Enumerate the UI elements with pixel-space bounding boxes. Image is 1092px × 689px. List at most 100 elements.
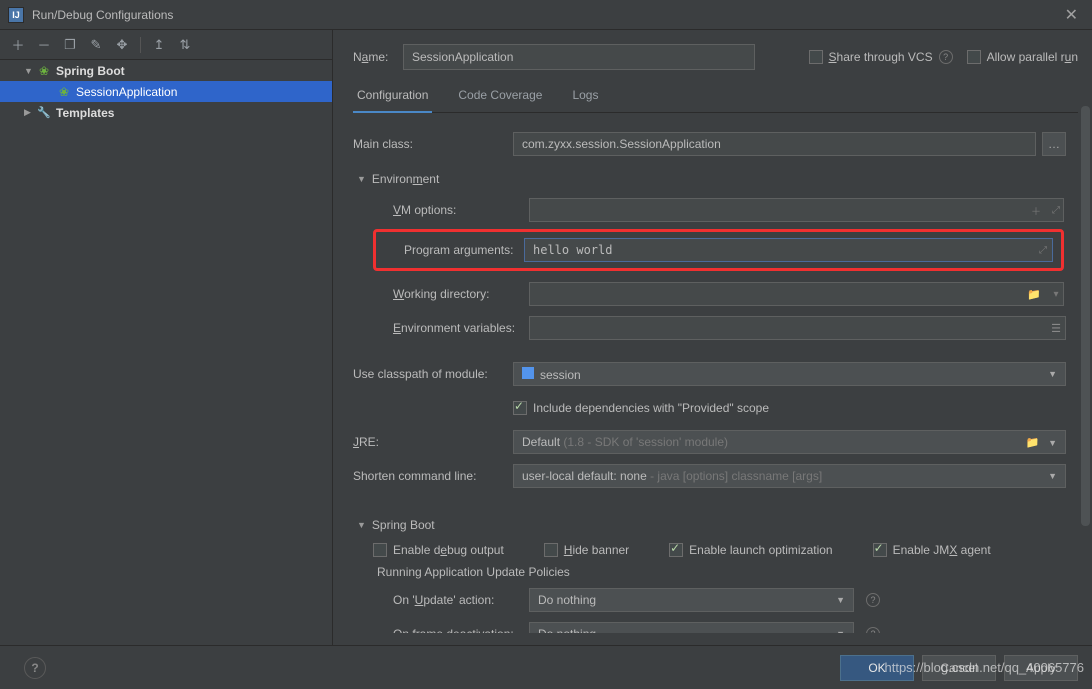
checkbox-icon — [669, 543, 683, 557]
dialog-title: Run/Debug Configurations — [32, 8, 1059, 22]
vm-options-label: VM options: — [373, 203, 529, 217]
working-directory-input[interactable] — [529, 282, 1064, 306]
main-class-input[interactable] — [513, 132, 1036, 156]
folder-icon[interactable]: 📁 — [1024, 288, 1044, 301]
edit-button[interactable]: ✎ — [88, 37, 104, 53]
tab-code-coverage[interactable]: Code Coverage — [454, 80, 546, 112]
chevron-right-icon: ▶ — [24, 107, 34, 118]
jre-hint: (1.8 - SDK of 'session' module) — [560, 435, 728, 449]
section-spring-boot[interactable]: ▼ Spring Boot — [353, 511, 1066, 539]
jre-select[interactable]: Default (1.8 - SDK of 'session' module) … — [513, 430, 1066, 454]
footer: ? OK Cancel Apply — [0, 645, 1092, 689]
checkbox-icon — [544, 543, 558, 557]
checkbox-icon — [967, 50, 981, 64]
debug-label: Enable debug output — [393, 543, 504, 557]
program-arguments-input[interactable] — [524, 238, 1053, 262]
apply-button[interactable]: Apply — [1004, 655, 1078, 681]
shorten-label: Shorten command line: — [353, 469, 513, 483]
main-class-label: Main class: — [353, 137, 513, 151]
titlebar: IJ Run/Debug Configurations ✕ — [0, 0, 1092, 30]
launch-optimization-checkbox[interactable]: Enable launch optimization — [669, 543, 832, 557]
share-vcs-checkbox[interactable]: Share through VCS ? — [809, 50, 953, 64]
on-update-label: On 'Update' action: — [373, 593, 529, 607]
ok-button[interactable]: OK — [840, 655, 914, 681]
tree-node-spring-boot[interactable]: ▼ ❀ Spring Boot — [0, 60, 332, 81]
checkbox-icon — [513, 401, 527, 415]
browse-button[interactable]: … — [1042, 132, 1066, 156]
copy-button[interactable]: ❐ — [62, 37, 78, 53]
shorten-value: user-local default: none — [522, 469, 647, 483]
expand-icon[interactable]: ⤢ — [1046, 205, 1066, 216]
remove-button[interactable]: － — [36, 37, 52, 53]
spring-icon: ❀ — [36, 63, 52, 79]
on-frame-value: Do nothing — [538, 627, 596, 633]
cancel-button[interactable]: Cancel — [922, 655, 996, 681]
help-icon[interactable]: ? — [866, 627, 880, 633]
tab-logs[interactable]: Logs — [568, 80, 602, 112]
provided-label: Include dependencies with "Provided" sco… — [533, 401, 769, 415]
spring-icon: ❀ — [56, 84, 72, 100]
on-frame-label: On frame deactivation: — [373, 627, 529, 633]
classpath-select[interactable]: session ▼ — [513, 362, 1066, 386]
folder-up-icon[interactable]: ↥ — [151, 37, 167, 53]
add-button[interactable]: ＋ — [10, 37, 26, 53]
checkbox-icon — [373, 543, 387, 557]
classpath-label: Use classpath of module: — [353, 367, 513, 381]
on-frame-select[interactable]: Do nothing ▼ — [529, 622, 854, 633]
tree-node-templates[interactable]: ▶ 🔧 Templates — [0, 102, 332, 123]
expand-icon[interactable]: ⤢ — [1033, 245, 1053, 256]
close-icon[interactable]: ✕ — [1059, 5, 1084, 25]
module-icon — [522, 367, 534, 379]
form-area: Main class: … ▼ Environment VM options: … — [353, 113, 1078, 633]
toolbar-separator — [140, 37, 141, 53]
folder-icon: 📁 — [1026, 437, 1040, 449]
help-button[interactable]: ? — [24, 657, 46, 679]
env-variables-input[interactable] — [529, 316, 1066, 340]
name-label: Name: — [353, 50, 403, 64]
on-update-select[interactable]: Do nothing ▼ — [529, 588, 854, 612]
shorten-hint: - java [options] classname [args] — [647, 469, 822, 483]
classpath-value: session — [540, 368, 581, 382]
jmx-agent-checkbox[interactable]: Enable JMX agent — [873, 543, 991, 557]
on-update-value: Do nothing — [538, 593, 596, 607]
config-toolbar: ＋ － ❐ ✎ ✥ ↥ ⇅ — [0, 30, 332, 60]
tree-label: SessionApplication — [76, 85, 177, 99]
env-variables-label: Environment variables: — [373, 321, 529, 335]
name-input[interactable] — [403, 44, 755, 70]
tree-label: Spring Boot — [56, 64, 125, 78]
share-label: Share through VCS — [829, 50, 933, 64]
plus-icon[interactable]: ＋ — [1026, 203, 1046, 218]
section-label: Spring Boot — [372, 518, 435, 532]
checkbox-icon — [809, 50, 823, 64]
jre-value: Default — [522, 435, 560, 449]
enable-debug-checkbox[interactable]: Enable debug output — [373, 543, 504, 557]
parallel-run-checkbox[interactable]: Allow parallel run — [967, 50, 1078, 64]
hide-banner-checkbox[interactable]: Hide banner — [544, 543, 629, 557]
working-directory-label: Working directory: — [373, 287, 529, 301]
chevron-down-icon: ▼ — [24, 66, 34, 76]
provided-scope-checkbox[interactable]: Include dependencies with "Provided" sco… — [513, 401, 769, 415]
scrollbar[interactable] — [1081, 106, 1090, 645]
tree-node-session-application[interactable]: ❀ SessionApplication — [0, 81, 332, 102]
chevron-down-icon: ▼ — [1048, 369, 1057, 379]
section-environment[interactable]: ▼ Environment — [353, 165, 1066, 193]
shorten-select[interactable]: user-local default: none - java [options… — [513, 464, 1066, 488]
checkbox-icon — [873, 543, 887, 557]
jre-label: JRE: — [353, 435, 513, 449]
chevron-down-icon: ▼ — [357, 520, 366, 530]
help-icon[interactable]: ? — [939, 50, 953, 64]
chevron-down-icon: ▼ — [836, 595, 845, 605]
wrench-icon[interactable]: ✥ — [114, 37, 130, 53]
vm-options-input[interactable] — [529, 198, 1064, 222]
launch-opt-label: Enable launch optimization — [689, 543, 832, 557]
tabs: Configuration Code Coverage Logs — [353, 80, 1078, 113]
jmx-label: Enable JMX agent — [893, 543, 991, 557]
list-icon[interactable]: ☰ — [1046, 322, 1066, 335]
help-icon[interactable]: ? — [866, 593, 880, 607]
left-pane: ＋ － ❐ ✎ ✥ ↥ ⇅ ▼ ❀ Spring Boot ❀ SessionA… — [0, 30, 333, 645]
chevron-down-icon: ▼ — [357, 174, 366, 184]
chevron-down-icon[interactable]: ▾ — [1046, 289, 1066, 300]
tab-configuration[interactable]: Configuration — [353, 80, 432, 112]
sort-icon[interactable]: ⇅ — [177, 37, 193, 53]
tree-label: Templates — [56, 106, 114, 120]
